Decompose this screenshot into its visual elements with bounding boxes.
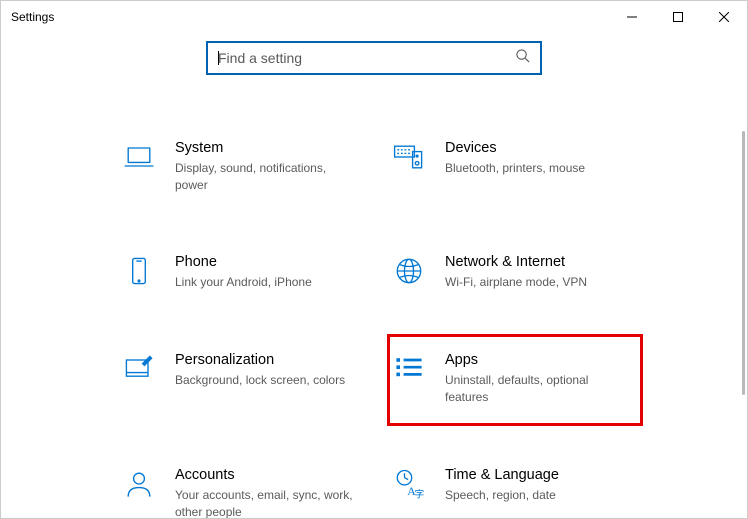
search-input[interactable]: [218, 50, 509, 66]
category-desc: Your accounts, email, sync, work, other …: [175, 487, 355, 518]
globe-icon: [389, 251, 429, 291]
category-title: Personalization: [175, 351, 345, 370]
category-network[interactable]: Network & Internet Wi-Fi, airplane mode, …: [389, 251, 659, 291]
paintbrush-icon: [119, 349, 159, 389]
settings-content: System Display, sound, notifications, pow…: [1, 83, 731, 518]
category-accounts[interactable]: Accounts Your accounts, email, sync, work…: [119, 464, 389, 518]
window-controls: [609, 1, 747, 33]
category-title: Devices: [445, 139, 585, 158]
minimize-icon: [627, 12, 637, 22]
category-desc: Background, lock screen, colors: [175, 372, 345, 389]
category-desc: Display, sound, notifications, power: [175, 160, 355, 194]
window-title: Settings: [11, 10, 54, 24]
search-container: [1, 41, 747, 75]
category-apps[interactable]: Apps Uninstall, defaults, optional featur…: [389, 349, 659, 405]
category-text: Personalization Background, lock screen, …: [175, 349, 345, 389]
category-desc: Bluetooth, printers, mouse: [445, 160, 585, 177]
category-text: Time & Language Speech, region, date: [445, 464, 559, 504]
category-desc: Uninstall, defaults, optional features: [445, 372, 625, 406]
maximize-button[interactable]: [655, 1, 701, 33]
category-system[interactable]: System Display, sound, notifications, pow…: [119, 137, 389, 193]
category-text: System Display, sound, notifications, pow…: [175, 137, 355, 193]
minimize-button[interactable]: [609, 1, 655, 33]
category-title: Apps: [445, 351, 625, 370]
phone-icon: [119, 251, 159, 291]
scrollbar[interactable]: [735, 37, 745, 514]
person-icon: [119, 464, 159, 504]
category-title: Phone: [175, 253, 312, 272]
close-button[interactable]: [701, 1, 747, 33]
category-time[interactable]: Time & Language Speech, region, date: [389, 464, 659, 518]
scrollbar-thumb[interactable]: [742, 131, 745, 395]
category-desc: Wi-Fi, airplane mode, VPN: [445, 274, 587, 291]
title-bar: Settings: [1, 1, 747, 33]
category-desc: Speech, region, date: [445, 487, 559, 504]
apps-list-icon: [389, 349, 429, 389]
category-text: Accounts Your accounts, email, sync, work…: [175, 464, 355, 518]
maximize-icon: [673, 12, 683, 22]
laptop-icon: [119, 137, 159, 177]
category-devices[interactable]: Devices Bluetooth, printers, mouse: [389, 137, 659, 193]
category-personalization[interactable]: Personalization Background, lock screen, …: [119, 349, 389, 405]
keyboard-speaker-icon: [389, 137, 429, 177]
search-box[interactable]: [206, 41, 542, 75]
text-cursor: [218, 51, 219, 65]
category-phone[interactable]: Phone Link your Android, iPhone: [119, 251, 389, 291]
category-text: Phone Link your Android, iPhone: [175, 251, 312, 291]
categories-grid: System Display, sound, notifications, pow…: [119, 137, 731, 518]
close-icon: [719, 12, 729, 22]
category-text: Devices Bluetooth, printers, mouse: [445, 137, 585, 177]
category-text: Network & Internet Wi-Fi, airplane mode, …: [445, 251, 587, 291]
category-text: Apps Uninstall, defaults, optional featur…: [445, 349, 625, 405]
category-title: System: [175, 139, 355, 158]
search-icon: [515, 48, 530, 68]
category-title: Network & Internet: [445, 253, 587, 272]
category-title: Time & Language: [445, 466, 559, 485]
category-desc: Link your Android, iPhone: [175, 274, 312, 291]
category-title: Accounts: [175, 466, 355, 485]
time-lang-icon: [389, 464, 429, 504]
